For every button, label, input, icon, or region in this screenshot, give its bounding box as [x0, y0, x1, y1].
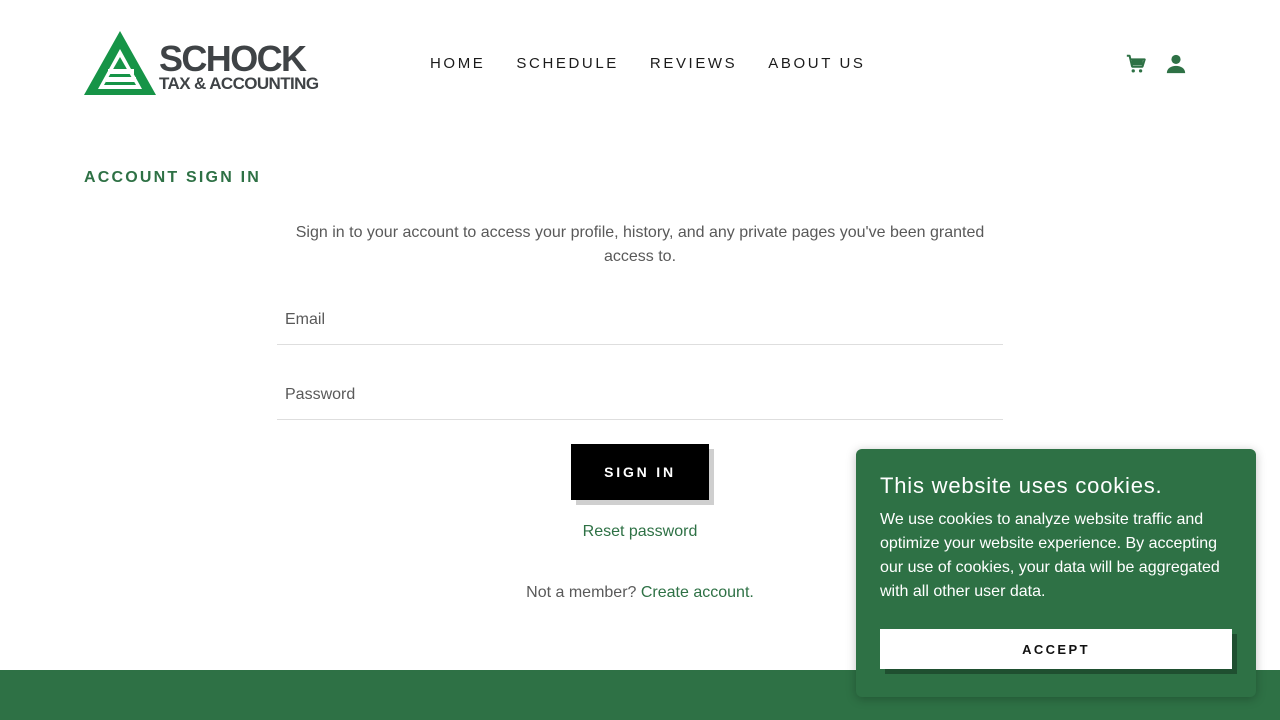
nav-item-reviews[interactable]: REVIEWS: [650, 55, 737, 73]
password-field[interactable]: [277, 370, 1003, 419]
create-account-link[interactable]: Create account.: [641, 584, 754, 601]
cookie-text: We use cookies to analyze website traffi…: [880, 511, 1220, 600]
nav-item-about-us[interactable]: ABOUT US: [768, 55, 865, 73]
accept-button-wrapper: ACCEPT: [880, 629, 1237, 674]
page-title: ACCOUNT SIGN IN: [84, 169, 261, 186]
sign-in-button-wrapper: SIGN IN: [571, 444, 714, 505]
email-field[interactable]: [277, 295, 1003, 344]
cookie-title: This website uses cookies.: [880, 473, 1163, 498]
sign-in-button[interactable]: SIGN IN: [571, 444, 709, 500]
main-nav: HOME SCHEDULE REVIEWS ABOUT US: [430, 55, 866, 73]
logo-mark-icon: [84, 31, 156, 95]
accept-cookies-button[interactable]: ACCEPT: [880, 629, 1232, 669]
signin-intro: Sign in to your account to access your p…: [295, 224, 985, 265]
cookie-banner: This website uses cookies. We use cookie…: [856, 449, 1256, 697]
nav-item-schedule[interactable]: SCHEDULE: [516, 55, 619, 73]
logo-tagline: TAX & ACCOUNTING: [159, 74, 319, 93]
cart-icon[interactable]: [1125, 53, 1147, 75]
user-icon[interactable]: [1165, 53, 1187, 75]
member-prompt-text: Not a member?: [526, 584, 637, 601]
nav-item-home[interactable]: HOME: [430, 55, 485, 73]
logo-name: SCHOCK: [159, 38, 307, 79]
member-prompt: Not a member? Create account.: [440, 583, 840, 603]
site-header: SCHOCK TAX & ACCOUNTING HOME SCHEDULE RE…: [0, 0, 1280, 128]
email-field-wrapper: [277, 295, 1003, 345]
reset-password-link[interactable]: Reset password: [540, 522, 740, 542]
logo-link[interactable]: SCHOCK TAX & ACCOUNTING: [84, 31, 319, 95]
password-field-wrapper: [277, 370, 1003, 420]
